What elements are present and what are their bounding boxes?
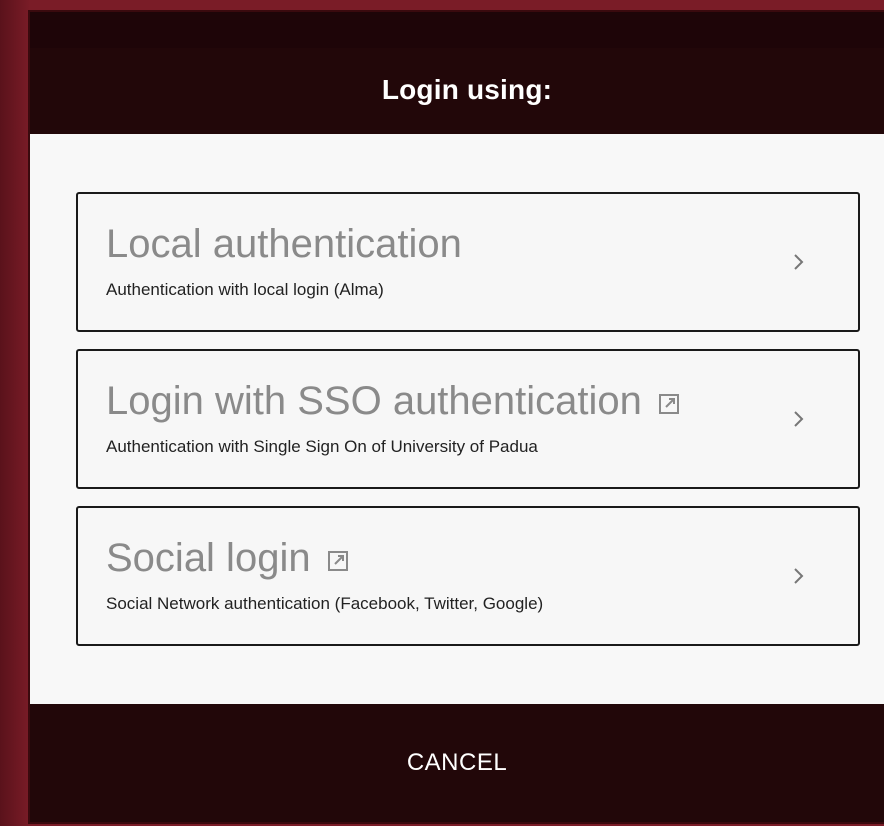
option-title: Social login [106,536,349,581]
sso-authentication-option[interactable]: Login with SSO authentication Authentica… [76,349,860,489]
dialog-header: Login using: [30,12,884,134]
option-subtitle: Social Network authentication (Facebook,… [106,594,544,613]
option-title-text: Social login [106,536,311,580]
external-link-icon [658,393,679,414]
cancel-button[interactable]: CANCEL [377,739,537,787]
option-title-text: Login with SSO authentication [106,379,642,423]
login-options-list: Local authentication Authentication with… [76,192,860,663]
option-title: Login with SSO authentication [106,379,680,424]
social-login-option[interactable]: Social login Social Network authenticati… [76,506,860,646]
option-title-text: Local authentication [106,222,462,266]
chevron-right-icon [794,568,804,584]
login-dialog: Login using: Local authentication Authen… [30,12,884,822]
dialog-footer: CANCEL [30,704,884,822]
local-authentication-option[interactable]: Local authentication Authentication with… [76,192,860,332]
external-link-icon [327,550,348,571]
chevron-right-icon [794,254,804,270]
option-subtitle: Authentication with local login (Alma) [106,280,384,299]
option-title: Local authentication [106,222,462,267]
dialog-title: Login using: [381,74,553,105]
chevron-right-icon [794,411,804,427]
option-subtitle: Authentication with Single Sign On of Un… [106,437,538,456]
